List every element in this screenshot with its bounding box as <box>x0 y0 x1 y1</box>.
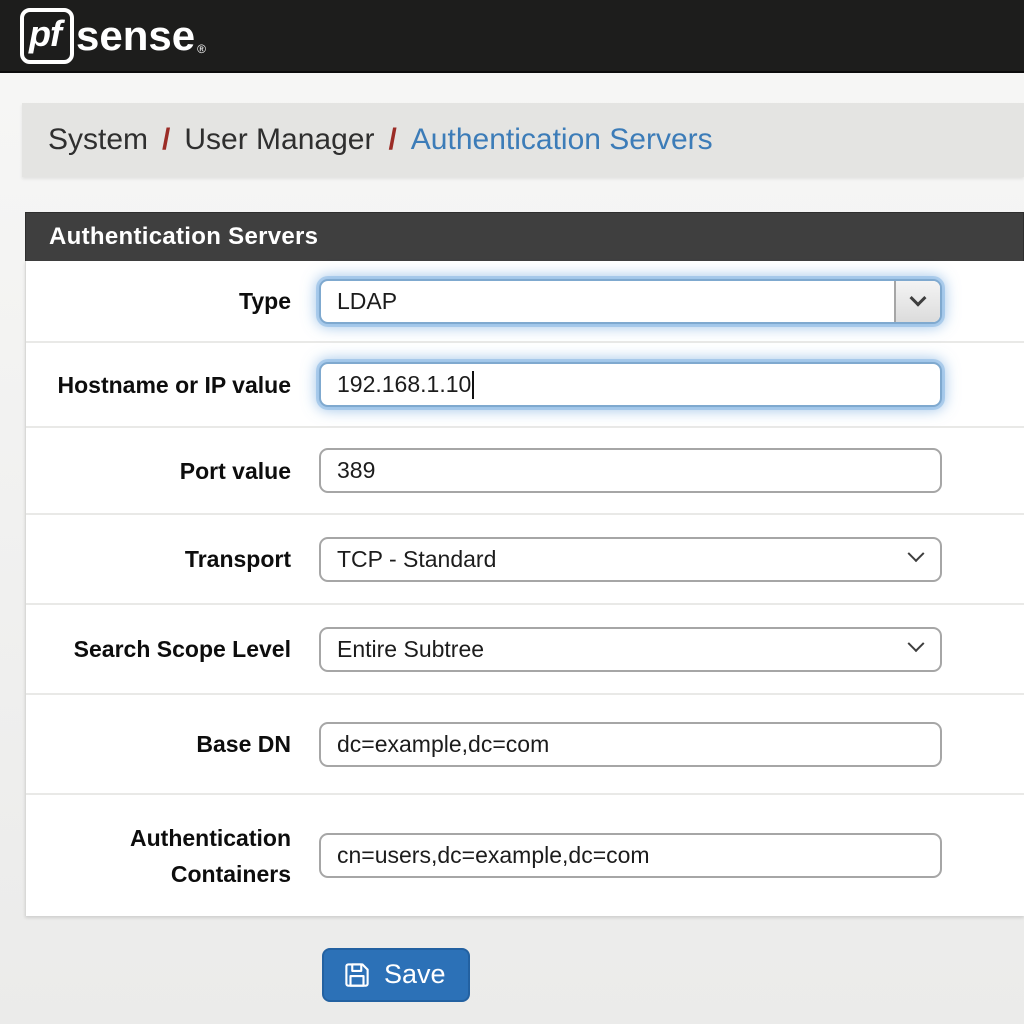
pfsense-logo[interactable]: pfsense® <box>20 8 206 64</box>
authentication-servers-panel: Authentication Servers Type LDAP Hostnam… <box>25 212 1024 916</box>
breadcrumb-user-manager[interactable]: User Manager <box>184 123 374 157</box>
transport-label: Transport <box>26 541 291 577</box>
registered-trademark-icon: ® <box>197 42 206 56</box>
save-icon <box>342 960 372 990</box>
form-row-hostname: Hostname or IP value 192.168.1.10 <box>26 343 1024 428</box>
form-row-search-scope: Search Scope Level Entire Subtree <box>26 605 1024 695</box>
breadcrumb-system[interactable]: System <box>48 123 148 157</box>
hostname-input-value: 192.168.1.10 <box>337 371 471 398</box>
form-row-type: Type LDAP <box>26 261 1024 343</box>
port-label: Port value <box>26 453 291 489</box>
breadcrumb-authentication-servers[interactable]: Authentication Servers <box>411 123 713 157</box>
panel-body: Type LDAP Hostname or IP value 192.168.1… <box>25 261 1024 916</box>
search-scope-label: Search Scope Level <box>26 631 291 667</box>
type-label: Type <box>26 283 291 319</box>
form-row-port: Port value 389 <box>26 428 1024 515</box>
app-header: pfsense® <box>0 0 1024 73</box>
panel-title: Authentication Servers <box>25 212 1024 261</box>
auth-containers-input-value: cn=users,dc=example,dc=com <box>337 842 650 869</box>
chevron-down-icon <box>910 541 922 568</box>
port-input-value: 389 <box>337 457 375 484</box>
breadcrumb-separator: / <box>162 123 170 157</box>
transport-select[interactable]: TCP - Standard <box>319 537 942 582</box>
form-row-auth-containers: Authentication Containers cn=users,dc=ex… <box>26 795 1024 916</box>
base-dn-input[interactable]: dc=example,dc=com <box>319 722 942 767</box>
hostname-input[interactable]: 192.168.1.10 <box>319 362 942 407</box>
form-row-transport: Transport TCP - Standard <box>26 515 1024 605</box>
form-row-base-dn: Base DN dc=example,dc=com <box>26 695 1024 795</box>
chevron-down-icon <box>910 631 922 658</box>
form-actions: Save <box>322 948 1024 1002</box>
breadcrumb: System / User Manager / Authentication S… <box>22 103 1024 177</box>
type-select[interactable]: LDAP <box>319 279 942 324</box>
auth-containers-input[interactable]: cn=users,dc=example,dc=com <box>319 833 942 878</box>
pfsense-logo-pf: pf <box>20 8 74 64</box>
transport-select-value: TCP - Standard <box>337 546 496 573</box>
save-button-label: Save <box>384 959 446 990</box>
search-scope-select[interactable]: Entire Subtree <box>319 627 942 672</box>
auth-containers-label: Authentication Containers <box>26 820 291 892</box>
search-scope-select-value: Entire Subtree <box>337 636 484 663</box>
save-button[interactable]: Save <box>322 948 470 1002</box>
port-input[interactable]: 389 <box>319 448 942 493</box>
base-dn-label: Base DN <box>26 726 291 762</box>
type-select-value: LDAP <box>337 288 397 315</box>
base-dn-input-value: dc=example,dc=com <box>337 731 549 758</box>
pfsense-logo-sense: sense <box>76 12 195 60</box>
hostname-label: Hostname or IP value <box>26 367 291 403</box>
breadcrumb-separator: / <box>388 123 396 157</box>
text-cursor <box>472 371 474 399</box>
chevron-down-icon[interactable] <box>894 281 940 322</box>
